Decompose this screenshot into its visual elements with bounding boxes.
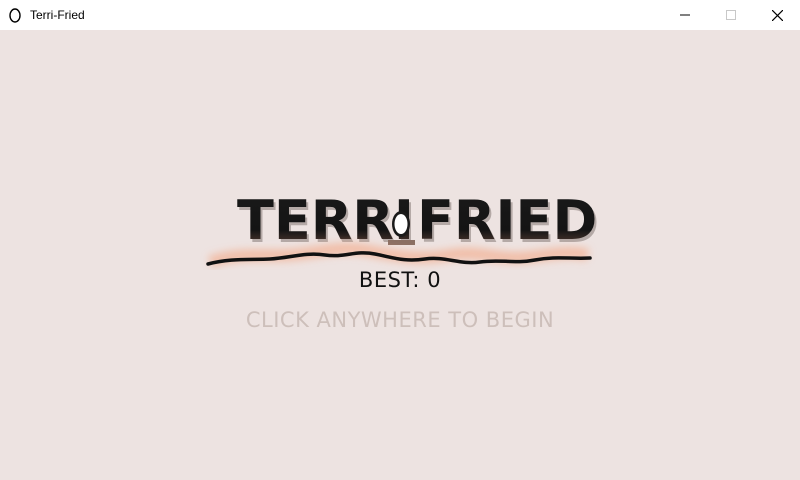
- minimize-button[interactable]: [662, 0, 708, 30]
- close-button[interactable]: [754, 0, 800, 30]
- close-icon: [771, 9, 783, 21]
- egg-icon: [9, 8, 21, 23]
- maximize-icon: [726, 10, 736, 20]
- game-window: Terri-Fried TERRI FRIED TERRI FRIED BEST…: [0, 0, 800, 480]
- logo-text-right: FRIED: [417, 189, 597, 252]
- title-bar[interactable]: Terri-Fried: [0, 0, 800, 30]
- logo-text-left: TERRI: [237, 189, 414, 252]
- window-title: Terri-Fried: [30, 8, 85, 22]
- best-score: BEST: 0: [0, 268, 800, 292]
- maximize-button[interactable]: [708, 0, 754, 30]
- best-label: BEST:: [358, 268, 421, 292]
- start-prompt: CLICK ANYWHERE TO BEGIN: [245, 308, 555, 332]
- game-logo: TERRI FRIED TERRI FRIED: [206, 189, 599, 268]
- best-value: 0: [427, 268, 442, 292]
- minimize-icon: [680, 14, 690, 16]
- game-canvas[interactable]: TERRI FRIED TERRI FRIED BEST: 0 CLICK AN…: [0, 30, 800, 480]
